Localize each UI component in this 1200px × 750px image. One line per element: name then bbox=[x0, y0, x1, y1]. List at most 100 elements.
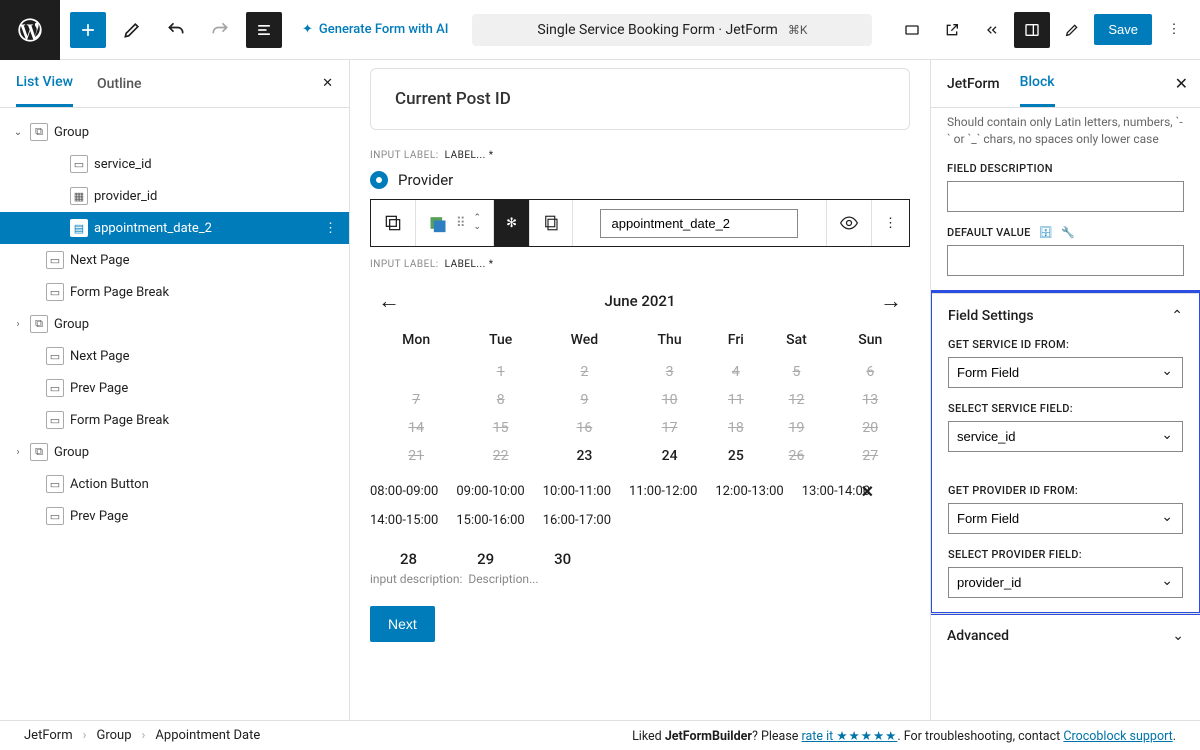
calendar-day[interactable]: 23 bbox=[539, 442, 630, 470]
time-slot[interactable]: 08:00-09:00 bbox=[370, 484, 438, 499]
calendar-day: 20 bbox=[831, 414, 910, 442]
crumb-item[interactable]: Group bbox=[97, 728, 132, 743]
list-view-panel: List View Outline ✕ ⌄⧉Group▭service_id▦p… bbox=[0, 60, 350, 720]
time-slot[interactable]: 12:00-13:00 bbox=[715, 484, 783, 499]
tab-jetform[interactable]: JetForm bbox=[947, 62, 1000, 106]
tab-list-view[interactable]: List View bbox=[16, 60, 73, 107]
more-menu-icon[interactable]: ⋮ bbox=[1156, 12, 1192, 48]
time-slot[interactable]: 15:00-16:00 bbox=[456, 513, 524, 528]
appointment-block-icon[interactable]: ✻ bbox=[494, 200, 530, 246]
styles-icon[interactable] bbox=[1054, 12, 1090, 48]
tab-block[interactable]: Block bbox=[1020, 60, 1055, 107]
close-icon[interactable]: ✕ bbox=[322, 76, 333, 91]
get-service-id-select[interactable]: Form Field bbox=[948, 357, 1183, 388]
next-month-icon[interactable]: → bbox=[872, 288, 910, 314]
redo-button[interactable] bbox=[202, 12, 238, 48]
time-slot[interactable]: 16:00-17:00 bbox=[543, 513, 611, 528]
crumb-item[interactable]: JetForm bbox=[24, 728, 73, 743]
tree-item[interactable]: ▤appointment_date_2⋮ bbox=[0, 212, 349, 244]
calendar-day: 26 bbox=[762, 442, 830, 470]
input-label-meta-2: INPUT LABEL: LABEL... * bbox=[370, 259, 910, 270]
document-title[interactable]: Single Service Booking Form · JetForm ⌘K bbox=[472, 14, 872, 46]
overflow-date[interactable]: 28 bbox=[400, 550, 417, 568]
time-slot[interactable]: 14:00-15:00 bbox=[370, 513, 438, 528]
undo-button[interactable] bbox=[158, 12, 194, 48]
tree-item[interactable]: ⌄⧉Group bbox=[0, 116, 349, 148]
tree-item[interactable]: ▭Prev Page bbox=[0, 372, 349, 404]
document-overview-button[interactable] bbox=[246, 12, 282, 48]
overflow-date[interactable]: 29 bbox=[477, 550, 494, 568]
calendar-day: 15 bbox=[462, 414, 539, 442]
tree-item[interactable]: ▭Prev Page bbox=[0, 500, 349, 532]
overflow-dates: 28 29 30 bbox=[370, 542, 910, 570]
tab-outline[interactable]: Outline bbox=[97, 62, 142, 106]
parent-block-icon[interactable] bbox=[371, 200, 416, 246]
calendar-day: 6 bbox=[831, 358, 910, 386]
select-provider-field-select[interactable]: provider_id bbox=[948, 567, 1183, 598]
select-service-field-select[interactable]: service_id bbox=[948, 421, 1183, 452]
block-more-icon[interactable]: ⋮ bbox=[872, 200, 909, 246]
add-block-button[interactable] bbox=[70, 12, 106, 48]
save-button[interactable]: Save bbox=[1094, 14, 1152, 45]
time-slot[interactable]: 10:00-11:00 bbox=[543, 484, 611, 499]
tree-item[interactable]: ▭Form Page Break bbox=[0, 276, 349, 308]
tree-item[interactable]: ▦provider_id bbox=[0, 180, 349, 212]
time-slot[interactable]: 09:00-10:00 bbox=[456, 484, 524, 499]
select-provider-field-label: SELECT PROVIDER FIELD: bbox=[948, 548, 1183, 561]
calendar-day: 1 bbox=[462, 358, 539, 386]
default-value-input[interactable] bbox=[947, 245, 1184, 276]
sidebar-toggle-icon[interactable] bbox=[1014, 12, 1050, 48]
default-value-label: DEFAULT VALUE 🗄 🔧 bbox=[947, 226, 1184, 239]
calendar-day: 11 bbox=[709, 386, 762, 414]
wordpress-logo[interactable] bbox=[0, 0, 60, 60]
tree-item[interactable]: ▭Form Page Break bbox=[0, 404, 349, 436]
calendar-day: 16 bbox=[539, 414, 630, 442]
drag-handle-icon[interactable]: ⠿ bbox=[456, 216, 466, 231]
next-button[interactable]: Next bbox=[370, 606, 435, 642]
calendar-day: 8 bbox=[462, 386, 539, 414]
tree-item[interactable]: ▭Next Page bbox=[0, 340, 349, 372]
tree-item[interactable]: ▭Action Button bbox=[0, 468, 349, 500]
calendar-day: 27 bbox=[831, 442, 910, 470]
provider-radio[interactable]: Provider bbox=[370, 167, 910, 199]
time-slot[interactable]: 13:00-14:00 bbox=[802, 484, 870, 499]
select-service-field-label: SELECT SERVICE FIELD: bbox=[948, 402, 1183, 415]
database-icon[interactable]: 🗄 bbox=[1039, 226, 1053, 239]
block-name-input[interactable] bbox=[600, 209, 798, 238]
calendar-day: 18 bbox=[709, 414, 762, 442]
prev-month-icon[interactable]: ← bbox=[370, 288, 408, 314]
advanced-toggle[interactable]: Advanced ⌄ bbox=[947, 628, 1184, 644]
duplicate-icon[interactable] bbox=[530, 200, 573, 246]
chevron-up-icon: ⌃ bbox=[1171, 308, 1183, 324]
edit-icon[interactable] bbox=[114, 12, 150, 48]
external-link-icon[interactable] bbox=[934, 12, 970, 48]
calendar-day[interactable]: 25 bbox=[709, 442, 762, 470]
description-meta: input description: Description... bbox=[370, 570, 910, 606]
generate-form-ai-button[interactable]: ✦ Generate Form with AI bbox=[292, 22, 458, 37]
time-slot[interactable]: 11:00-12:00 bbox=[629, 484, 697, 499]
sparkle-icon: ✦ bbox=[302, 22, 313, 37]
field-description-input[interactable] bbox=[947, 181, 1184, 212]
tree-item[interactable]: ▭Next Page bbox=[0, 244, 349, 276]
crumb-item[interactable]: Appointment Date bbox=[155, 728, 260, 743]
support-link[interactable]: Crocoblock support bbox=[1063, 729, 1172, 744]
get-provider-id-select[interactable]: Form Field bbox=[948, 503, 1183, 534]
calendar-day: 22 bbox=[462, 442, 539, 470]
overflow-date[interactable]: 30 bbox=[554, 550, 571, 568]
tree-item[interactable]: ›⧉Group bbox=[0, 308, 349, 340]
field-settings-toggle[interactable]: Field Settings ⌃ bbox=[948, 308, 1183, 324]
time-slots-row-2: 14:00-15:00 15:00-16:00 16:00-17:00 bbox=[370, 513, 910, 542]
tree-item[interactable]: ▭service_id bbox=[0, 148, 349, 180]
calendar-day[interactable]: 24 bbox=[630, 442, 710, 470]
calendar-day: 2 bbox=[539, 358, 630, 386]
tree-item[interactable]: ›⧉Group bbox=[0, 436, 349, 468]
visibility-icon[interactable] bbox=[827, 200, 872, 246]
chevrons-left-icon[interactable] bbox=[974, 12, 1010, 48]
current-post-id-block[interactable]: Current Post ID bbox=[370, 68, 910, 130]
rate-link[interactable]: rate it ★★★★★ bbox=[802, 729, 898, 744]
wrench-icon[interactable]: 🔧 bbox=[1061, 226, 1075, 239]
close-settings-icon[interactable]: ✕ bbox=[1175, 74, 1188, 93]
view-icon[interactable] bbox=[894, 12, 930, 48]
move-down-icon[interactable]: ⌄ bbox=[474, 223, 482, 232]
block-type-icon[interactable]: ⠿ ⌃⌄ bbox=[416, 200, 494, 246]
